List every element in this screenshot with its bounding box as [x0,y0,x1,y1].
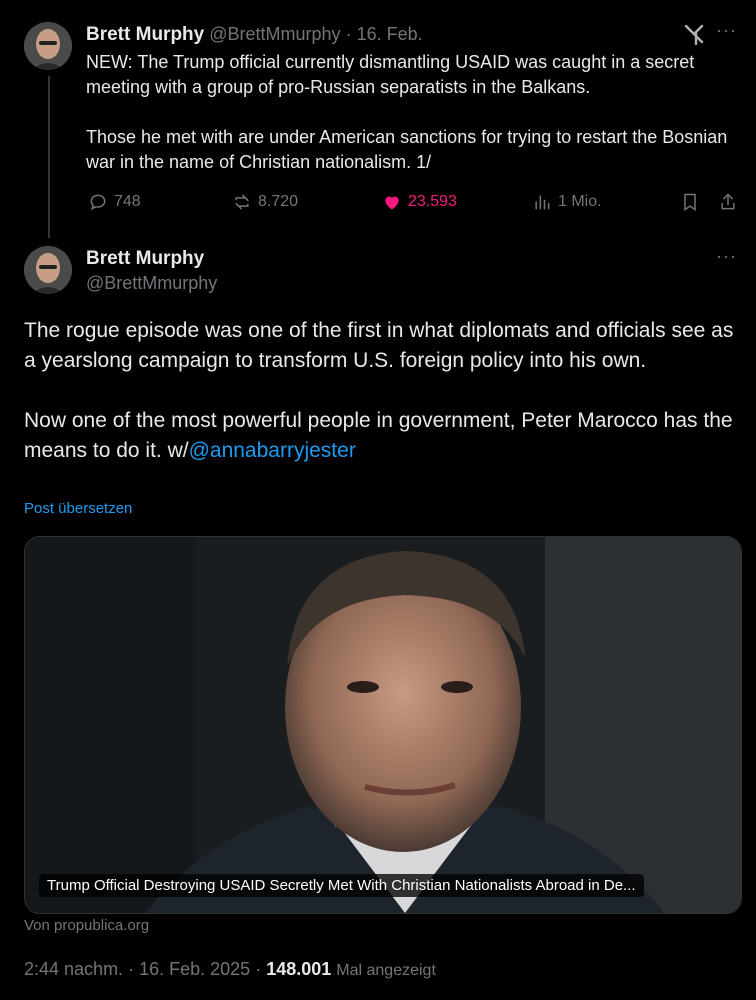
thread-connector [48,76,50,238]
bookmark-button[interactable] [680,192,700,212]
tweet-time[interactable]: 2:44 nachm. [24,959,123,979]
tweet-meta: 2:44 nachm. · 16. Feb. 2025 · 148.001 Ma… [24,959,436,979]
tweet1-paragraph: NEW: The Trump official currently disman… [86,52,695,97]
avatar-image [24,22,72,70]
link-card[interactable]: Trump Official Destroying USAID Secretly… [24,536,742,914]
tweet2-paragraph-text: Now one of the most powerful people in g… [24,409,733,462]
repost-button[interactable]: 8.720 [232,192,298,212]
tweet2-body: The rogue episode was one of the first i… [24,316,744,466]
grok-icon[interactable] [682,22,706,51]
like-count: 23.593 [408,193,457,210]
tweet1-header: Brett Murphy @BrettMmurphy · 16. Feb. [86,24,423,46]
reply-count: 748 [114,193,141,210]
author-name[interactable]: Brett Murphy [86,248,204,270]
tweet-date[interactable]: 16. Feb. 2025 [139,959,250,979]
like-button[interactable]: 23.593 [382,192,457,212]
avatar-image [24,246,72,294]
author-name[interactable]: Brett Murphy [86,24,204,45]
views-label: Mal angezeigt [336,962,436,979]
tweet2-paragraph: Now one of the most powerful people in g… [24,406,744,466]
analytics-icon [535,195,550,210]
author-handle[interactable]: @BrettMmurphy [86,273,217,294]
reply-button[interactable]: 748 [88,192,141,212]
avatar[interactable] [24,22,72,70]
heart-icon [385,196,399,210]
tweet1-body: NEW: The Trump official currently disman… [86,50,746,200]
card-title: Trump Official Destroying USAID Secretly… [39,874,644,897]
views-count: 148.001 [266,959,332,979]
tweet-date[interactable]: 16. Feb. [357,24,423,44]
separator: · [345,24,352,44]
share-button[interactable] [718,192,738,212]
mention-link[interactable]: @annabarryjester [189,439,356,462]
card-source[interactable]: Von propublica.org [24,917,149,934]
repost-count: 8.720 [258,193,299,210]
views-count: 1 Mio. [558,193,602,210]
bookmark-icon [684,193,696,211]
more-icon[interactable]: ··· [716,246,737,267]
author-handle[interactable]: @BrettMmurphy [209,24,340,44]
more-icon[interactable]: ··· [716,20,737,41]
reply-icon [90,194,106,211]
repost-icon [235,194,249,210]
share-icon [721,193,735,210]
avatar[interactable] [24,246,72,294]
tweet2-paragraph: The rogue episode was one of the first i… [24,319,734,372]
translate-link[interactable]: Post übersetzen [24,500,132,517]
views-button[interactable]: 1 Mio. [532,192,602,212]
card-image [25,537,741,913]
tweet1-paragraph: Those he met with are under American san… [86,127,728,172]
